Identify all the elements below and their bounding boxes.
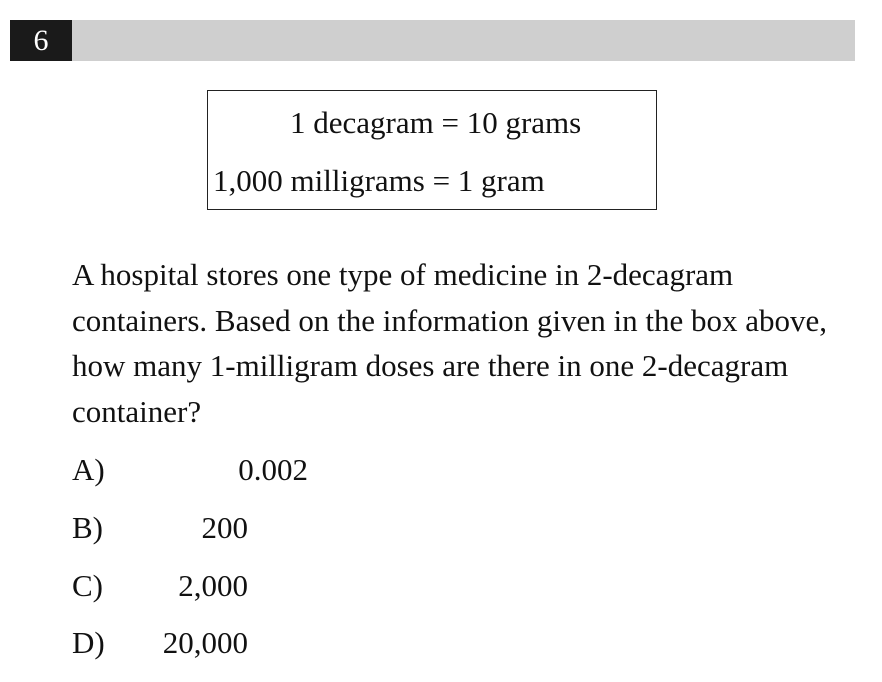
conversion-box: 1 decagram = 10 grams 1,000 milligrams =… bbox=[207, 90, 657, 210]
question-number: 6 bbox=[10, 20, 72, 61]
choice-a-value[interactable]: 0.002 bbox=[188, 452, 308, 488]
conversion-line-1: 1 decagram = 10 grams bbox=[290, 105, 582, 140]
choice-d-value[interactable]: 20,000 bbox=[128, 625, 248, 661]
header-bar bbox=[10, 20, 855, 61]
choice-c-letter[interactable]: C) bbox=[72, 568, 103, 604]
choice-b-letter[interactable]: B) bbox=[72, 510, 103, 546]
choice-d-letter[interactable]: D) bbox=[72, 625, 105, 661]
choice-b-value[interactable]: 200 bbox=[128, 510, 249, 546]
choice-c-value[interactable]: 2,000 bbox=[128, 568, 248, 604]
choice-a-letter[interactable]: A) bbox=[72, 452, 105, 488]
question-text: A hospital stores one type of medicine i… bbox=[72, 257, 828, 429]
conversion-line-2: 1,000 milligrams = 1 gram bbox=[213, 163, 545, 198]
